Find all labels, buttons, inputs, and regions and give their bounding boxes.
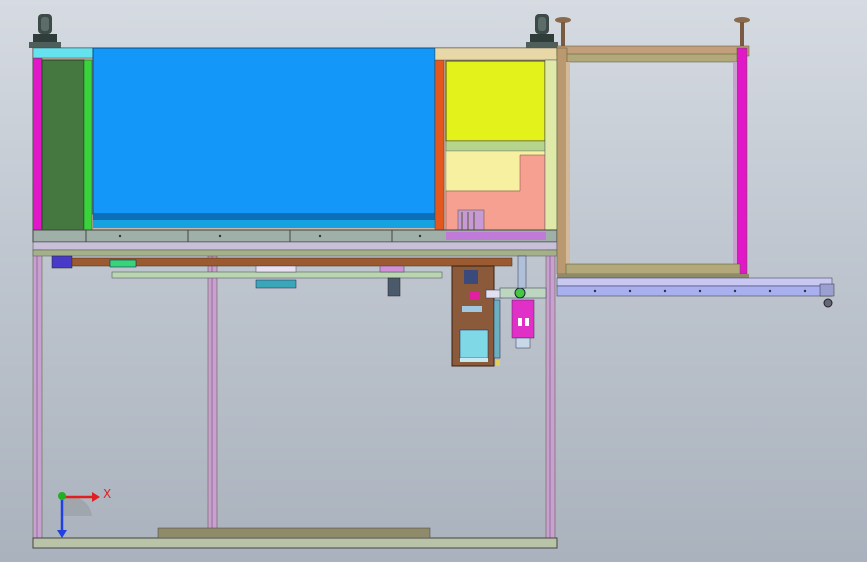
actuator-module[interactable] xyxy=(451,255,547,367)
cad-viewport[interactable]: X xyxy=(0,0,867,562)
upper-cabinet[interactable] xyxy=(32,47,558,235)
side-frame[interactable] xyxy=(556,45,750,278)
caster-wheel-icon xyxy=(29,14,61,48)
caster-wheel-icon xyxy=(526,14,558,48)
leveling-foot-icon xyxy=(734,17,750,46)
coordinate-triad-icon xyxy=(57,492,100,538)
assembly-drawing[interactable]: X xyxy=(0,0,867,562)
conveyor-extension[interactable] xyxy=(556,277,835,308)
base-plate[interactable] xyxy=(32,229,558,251)
panel-blue xyxy=(92,47,436,215)
triad-x-label: X xyxy=(103,487,111,501)
leveling-foot-icon xyxy=(555,17,571,46)
linear-rail[interactable] xyxy=(51,255,513,297)
panel-yellow xyxy=(445,60,546,142)
